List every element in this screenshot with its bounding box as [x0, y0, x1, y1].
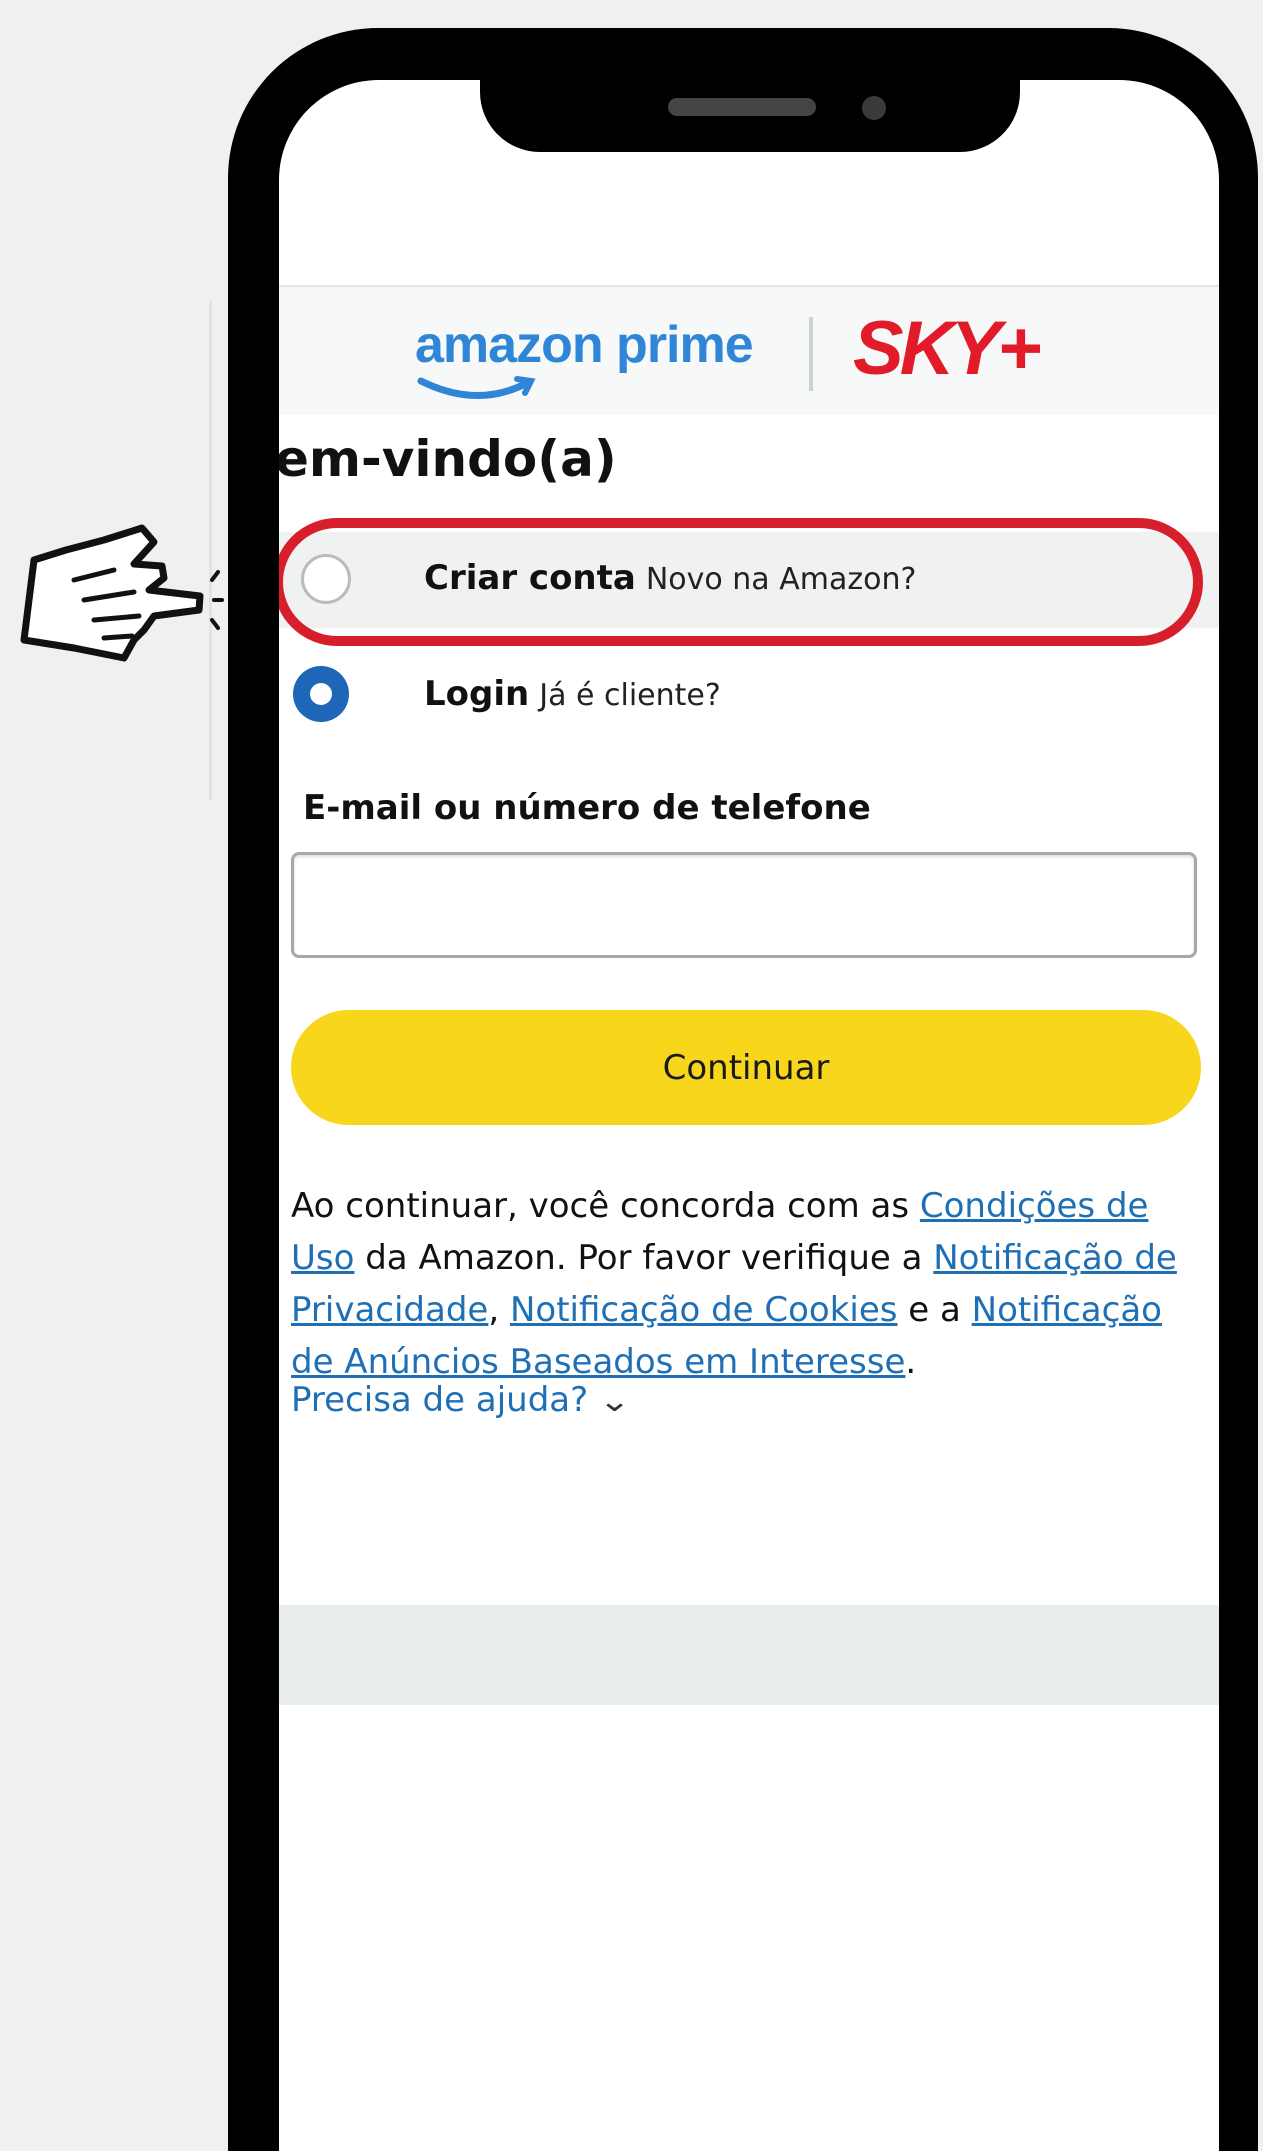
login-option[interactable]: Login Já é cliente?: [279, 648, 1219, 748]
page-title: em-vindo(a): [279, 430, 617, 488]
brand-header: amazon prime SKY+: [279, 285, 1219, 417]
pointing-hand-icon: [20, 524, 224, 662]
legal-text-5: .: [905, 1342, 917, 1382]
phone-notch: [480, 80, 1020, 152]
legal-text-1: Ao continuar, você concorda com as: [291, 1186, 920, 1226]
amazon-smile-icon: [417, 376, 536, 399]
email-field-label: E-mail ou número de telefone: [303, 788, 871, 828]
chevron-down-icon: ⌄: [598, 1384, 632, 1419]
login-sublabel: Já é cliente?: [539, 678, 721, 713]
legal-text-4: e a: [897, 1290, 972, 1330]
login-radio[interactable]: [293, 666, 349, 722]
login-label: Login: [424, 674, 530, 714]
footer-band: [279, 1605, 1219, 1705]
camera-icon: [862, 96, 886, 120]
legal-text-3: ,: [488, 1290, 510, 1330]
phone-screen: amazon prime SKY+ em-vindo(a) Criar cont…: [279, 80, 1219, 2151]
login-text: Login Já é cliente?: [424, 674, 721, 714]
highlight-ring: [279, 518, 1203, 646]
brand-divider: [809, 317, 813, 391]
cookies-link[interactable]: Notificação de Cookies: [510, 1290, 898, 1330]
legal-notice: Ao continuar, você concorda com as Condi…: [291, 1180, 1211, 1388]
amazon-prime-logo: amazon prime: [415, 316, 754, 374]
speaker-grille: [668, 98, 816, 116]
continue-button[interactable]: Continuar: [291, 1010, 1201, 1125]
help-toggle[interactable]: Precisa de ajuda? ⌄: [291, 1380, 631, 1420]
legal-text-2: da Amazon. Por favor verifique a: [354, 1238, 934, 1278]
help-label: Precisa de ajuda?: [291, 1380, 589, 1420]
sky-plus-logo: SKY+: [853, 306, 1042, 391]
email-field[interactable]: [291, 852, 1197, 958]
